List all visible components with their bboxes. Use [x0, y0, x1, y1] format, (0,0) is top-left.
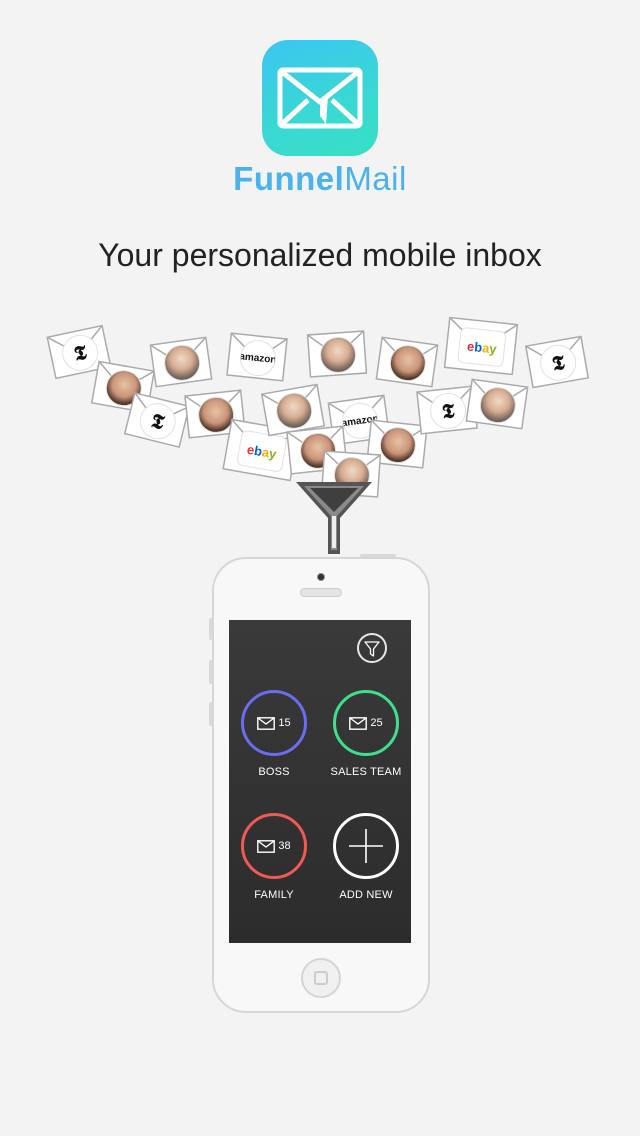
email-envelope: [306, 330, 368, 378]
ebay-logo-badge: ebay: [457, 326, 507, 368]
add-new-label: ADD NEW: [339, 889, 393, 901]
group-label: BOSS: [258, 766, 290, 778]
email-envelope: [375, 336, 439, 388]
funnel-icon: [364, 641, 380, 657]
brand-part-1: Funnel: [233, 160, 345, 197]
add-new-button[interactable]: [333, 813, 399, 879]
mail-icon: [257, 839, 276, 853]
email-envelope: [149, 336, 213, 388]
unread-count: 38: [278, 840, 291, 852]
email-envelope: [465, 378, 529, 430]
brand-name: FunnelMail: [0, 160, 640, 198]
group-ring[interactable]: 38: [241, 813, 307, 879]
mail-icon: [349, 716, 368, 730]
add-new-tile[interactable]: ADD NEW: [316, 813, 416, 901]
email-envelope: 𝕿: [123, 391, 191, 449]
group-ring[interactable]: 25: [333, 690, 399, 756]
plus-icon: [349, 829, 383, 863]
group-ring[interactable]: 15: [241, 690, 307, 756]
group-tile-sales-team[interactable]: 25 SALES TEAM: [316, 690, 416, 778]
ebay-logo-badge: ebay: [236, 429, 288, 473]
unread-count: 15: [278, 717, 291, 729]
mail-icon: [257, 716, 276, 730]
tagline: Your personalized mobile inbox: [98, 237, 542, 273]
group-tile-boss[interactable]: 15 BOSS: [224, 690, 324, 778]
group-tile-family[interactable]: 38 FAMILY: [224, 813, 324, 901]
funnel-icon: [296, 482, 372, 554]
group-label: FAMILY: [254, 889, 294, 901]
email-envelope: amazon: [226, 332, 288, 382]
filter-button[interactable]: [357, 633, 387, 663]
front-camera: [317, 573, 325, 581]
email-envelope: 𝕿: [524, 335, 590, 389]
mail-envelope-icon: [277, 67, 363, 129]
home-button[interactable]: [301, 958, 341, 998]
app-icon: [262, 40, 378, 156]
brand-part-2: Mail: [344, 160, 407, 197]
email-envelope: ebay: [443, 316, 519, 376]
earpiece-speaker: [300, 588, 342, 597]
unread-count: 25: [370, 717, 383, 729]
group-label: SALES TEAM: [330, 766, 402, 778]
